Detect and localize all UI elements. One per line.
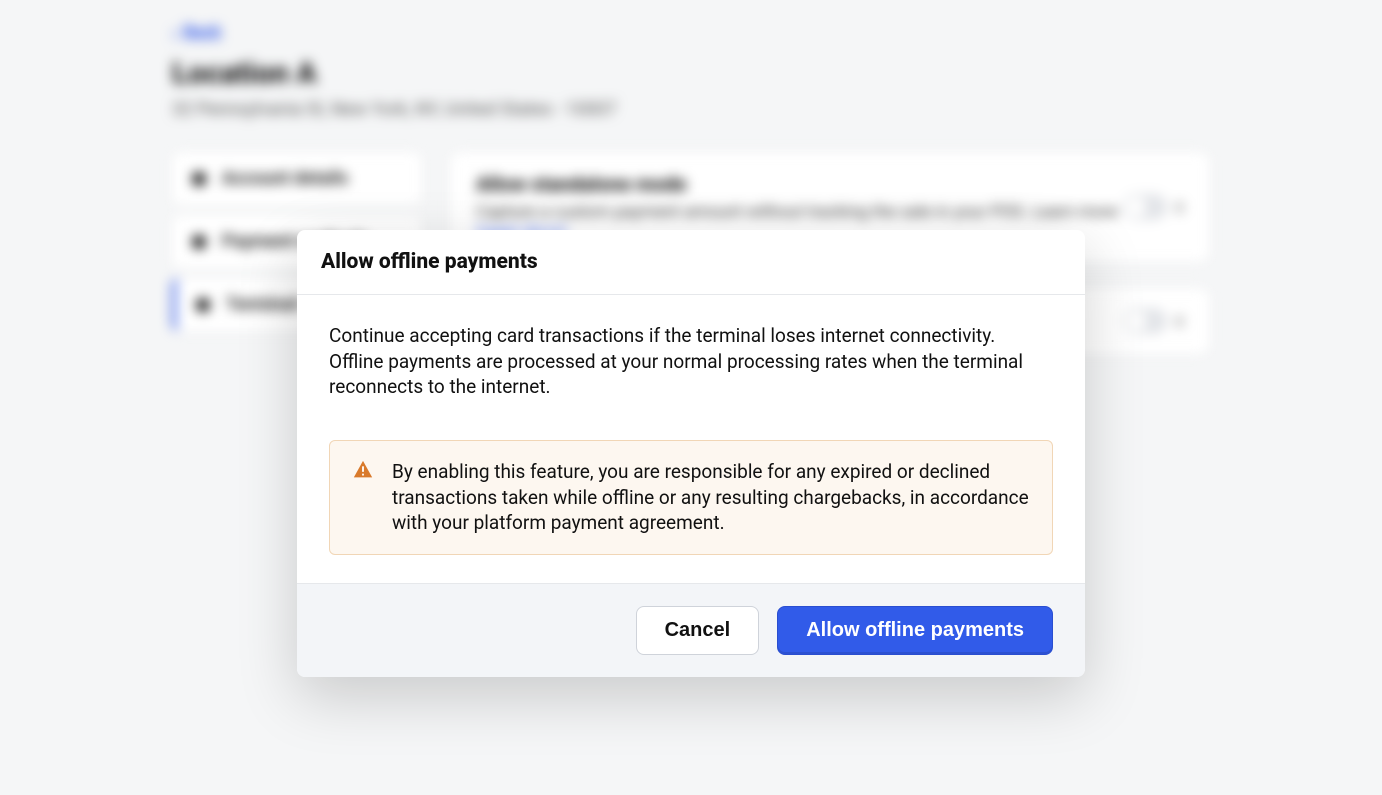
modal-allow-offline: Allow offline payments Continue acceptin… bbox=[297, 230, 1085, 677]
modal-overlay: Allow offline payments Continue acceptin… bbox=[0, 0, 1382, 795]
warning-text: By enabling this feature, you are respon… bbox=[392, 459, 1032, 536]
warning-triangle-icon bbox=[352, 459, 374, 481]
cancel-button[interactable]: Cancel bbox=[636, 606, 760, 655]
warning-alert: By enabling this feature, you are respon… bbox=[329, 440, 1053, 555]
modal-body: Continue accepting card transactions if … bbox=[297, 295, 1085, 583]
confirm-button[interactable]: Allow offline payments bbox=[777, 606, 1053, 655]
modal-footer: Cancel Allow offline payments bbox=[297, 583, 1085, 677]
modal-header: Allow offline payments bbox=[297, 230, 1085, 295]
modal-description: Continue accepting card transactions if … bbox=[329, 323, 1053, 400]
modal-title: Allow offline payments bbox=[321, 250, 1061, 274]
